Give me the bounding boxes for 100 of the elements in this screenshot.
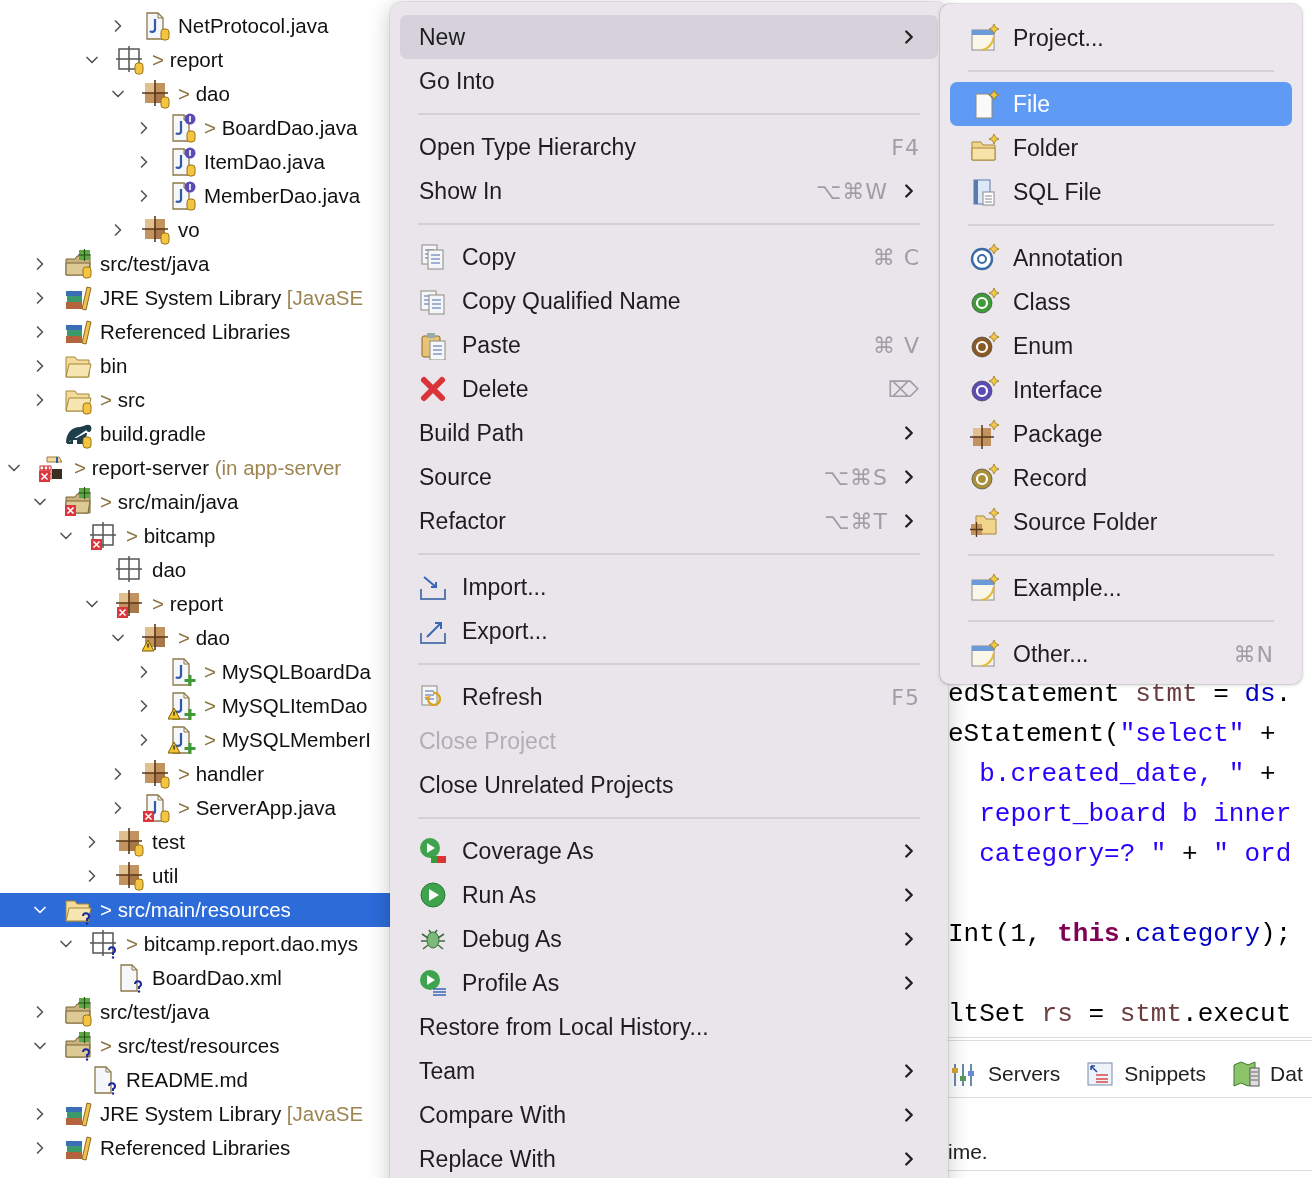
tree-item[interactable]: > report-server (in app-server — [0, 451, 390, 485]
tree-item[interactable]: MemberDao.java — [0, 179, 390, 213]
menu-item[interactable]: Close Unrelated Projects — [400, 763, 938, 807]
tree-item[interactable]: src/test/java — [0, 995, 390, 1029]
menu-item[interactable]: Replace With — [400, 1137, 938, 1178]
menu-item[interactable]: Refresh F5 — [400, 675, 938, 719]
menu-item[interactable]: Interface — [950, 368, 1292, 412]
tree-item[interactable]: bin — [0, 349, 390, 383]
tree-item[interactable]: Referenced Libraries — [0, 315, 390, 349]
menu-item[interactable]: Enum — [950, 324, 1292, 368]
tree-item[interactable]: > bitcamp.report.dao.mys — [0, 927, 390, 961]
tree-item[interactable]: README.md — [0, 1063, 390, 1097]
code-line: edStatement stmt = ds. — [948, 678, 1293, 711]
menu-item[interactable]: Team — [400, 1049, 938, 1093]
menu-item[interactable]: Record — [950, 456, 1292, 500]
code-line: Int(1, this.category); — [948, 918, 1293, 951]
tree-item[interactable]: > ServerApp.java — [0, 791, 390, 825]
menu-item[interactable]: Show In ⌥⌘W — [400, 169, 938, 213]
class-icon — [970, 287, 999, 317]
tree-item[interactable]: > MySQLMemberI — [0, 723, 390, 757]
menu-item[interactable]: Copy ⌘ C — [400, 235, 938, 279]
menu-item[interactable]: Package — [950, 412, 1292, 456]
menu-item[interactable]: Annotation — [950, 236, 1292, 280]
tree-item[interactable]: dao — [0, 553, 390, 587]
package-icon — [970, 419, 999, 449]
tree-item-label: JRE System Library [JavaSE — [100, 1102, 364, 1126]
view-tab[interactable]: Servers — [948, 1056, 1063, 1092]
code-line: eStatement("select" + — [948, 718, 1277, 751]
menu-item[interactable]: Example... — [950, 566, 1292, 610]
record-icon — [970, 463, 999, 493]
tree-item[interactable]: > dao — [0, 621, 390, 655]
tree-item[interactable]: NetProtocol.java — [0, 9, 390, 43]
menu-item[interactable]: Import... — [400, 565, 938, 609]
menu-item[interactable]: SQL File — [950, 170, 1292, 214]
tree-item[interactable]: > MySQLBoardDa — [0, 655, 390, 689]
menu-item[interactable]: Restore from Local History... — [400, 1005, 938, 1049]
tree-item[interactable]: build.gradle — [0, 417, 390, 451]
interface-icon — [970, 375, 999, 405]
view-tab[interactable]: Dat — [1230, 1056, 1305, 1092]
tree-item[interactable]: > report — [0, 43, 390, 77]
tree-item[interactable]: > BoardDao.java — [0, 111, 390, 145]
tree-item-label: > dao — [178, 82, 230, 106]
tree-item-label: > ServerApp.java — [178, 796, 336, 820]
menu-item[interactable]: Delete ⌦ — [400, 367, 938, 411]
tree-item[interactable]: > bitcamp — [0, 519, 390, 553]
enum-icon — [970, 331, 999, 361]
menu-item[interactable]: Compare With — [400, 1093, 938, 1137]
tree-item-label: > handler — [178, 762, 265, 786]
library-icon — [64, 283, 94, 313]
menu-item[interactable]: Go Into — [400, 59, 938, 103]
menu-item[interactable]: Build Path — [400, 411, 938, 455]
tree-item[interactable]: util — [0, 859, 390, 893]
menu-item[interactable]: Coverage As — [400, 829, 938, 873]
tree-item[interactable]: src/test/java — [0, 247, 390, 281]
menu-item[interactable]: Debug As — [400, 917, 938, 961]
tree-item[interactable]: > src/main/java — [0, 485, 390, 519]
shortcut-label: ⌦ — [887, 376, 920, 402]
tree-item[interactable]: > MySQLItemDao — [0, 689, 390, 723]
code-line: ltSet rs = stmt.execut — [948, 998, 1293, 1031]
tree-item[interactable]: > dao — [0, 77, 390, 111]
map-icon — [1232, 1060, 1261, 1088]
tree-item-label: util — [152, 864, 179, 888]
menu-item[interactable]: Run As — [400, 873, 938, 917]
menu-item[interactable]: Refactor ⌥⌘T — [400, 499, 938, 543]
tree-item[interactable]: > src — [0, 383, 390, 417]
tree-item[interactable]: vo — [0, 213, 390, 247]
menu-item[interactable]: Source ⌥⌘S — [400, 455, 938, 499]
tree-item[interactable]: > report — [0, 587, 390, 621]
tree-item[interactable]: JRE System Library [JavaSE — [0, 281, 390, 315]
tree-item[interactable]: JRE System Library [JavaSE — [0, 1097, 390, 1131]
tree-item[interactable]: ItemDao.java — [0, 145, 390, 179]
tree-item-label: > src/main/resources — [100, 898, 291, 922]
tree-item[interactable]: > handler — [0, 757, 390, 791]
play-icon — [419, 880, 448, 910]
shortcut-label: F5 — [891, 684, 920, 710]
tree-item-label: MemberDao.java — [204, 184, 361, 208]
menu-item[interactable]: Profile As — [400, 961, 938, 1005]
tree-item[interactable]: test — [0, 825, 390, 859]
tree-item-label: README.md — [126, 1068, 248, 1092]
tree-item-label: > BoardDao.java — [204, 116, 358, 140]
menu-item[interactable]: Open Type Hierarchy F4 — [400, 125, 938, 169]
tree-item-label: bin — [100, 354, 128, 378]
tree-item[interactable]: Referenced Libraries — [0, 1131, 390, 1165]
tree-item[interactable]: > src/test/resources — [0, 1029, 390, 1063]
menu-item[interactable]: New — [400, 15, 938, 59]
tree-item-label: > bitcamp — [126, 524, 216, 548]
library-icon — [64, 317, 94, 347]
code-line: category=? " + " ord — [978, 838, 1293, 871]
menu-item[interactable]: Other... ⌘N — [950, 632, 1292, 676]
menu-item[interactable]: Copy Qualified Name — [400, 279, 938, 323]
menu-item[interactable]: Project... — [950, 16, 1292, 60]
view-tab[interactable]: Snippets — [1084, 1056, 1209, 1092]
menu-item[interactable]: Paste ⌘ V — [400, 323, 938, 367]
menu-item[interactable]: Source Folder — [950, 500, 1292, 544]
menu-item[interactable]: Export... — [400, 609, 938, 653]
snippets-icon — [1086, 1060, 1115, 1088]
tree-item[interactable]: > src/main/resources — [0, 893, 390, 927]
menu-item[interactable]: Class — [950, 280, 1292, 324]
tree-item[interactable]: BoardDao.xml — [0, 961, 390, 995]
menu-item[interactable]: Folder — [950, 126, 1292, 170]
